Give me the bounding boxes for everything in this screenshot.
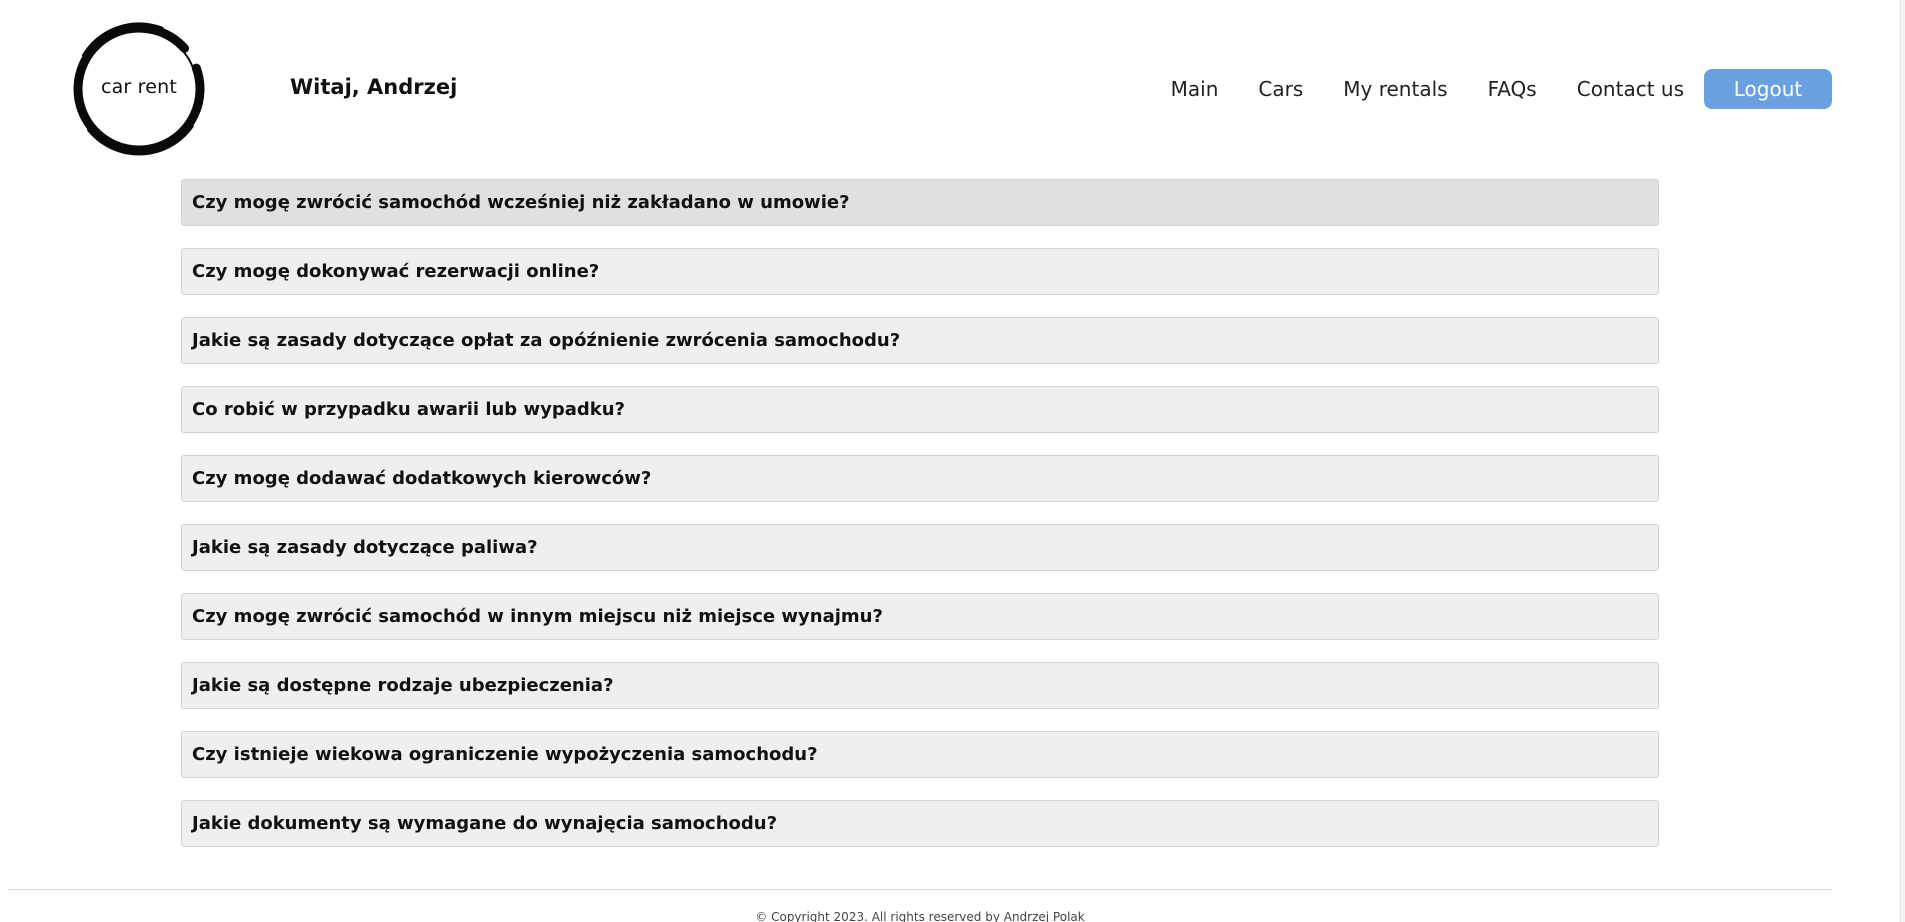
page-scrollbar[interactable] — [1900, 0, 1905, 922]
logo[interactable]: car rent — [69, 19, 209, 159]
faq-question-2[interactable]: Czy mogę dokonywać rezerwacji online? — [181, 248, 1659, 295]
nav-cars[interactable]: Cars — [1258, 77, 1303, 101]
site-header: car rent Witaj, Andrzej Main Cars My ren… — [0, 0, 1905, 170]
page: car rent Witaj, Andrzej Main Cars My ren… — [0, 0, 1905, 922]
faq-question-1[interactable]: Czy mogę zwrócić samochód wcześniej niż … — [181, 179, 1659, 226]
footer-divider — [8, 889, 1832, 890]
faq-question-7[interactable]: Czy mogę zwrócić samochód w innym miejsc… — [181, 593, 1659, 640]
faq-question-10[interactable]: Jakie dokumenty są wymagane do wynajęcia… — [181, 800, 1659, 847]
nav-faqs[interactable]: FAQs — [1488, 77, 1537, 101]
faq-question-9[interactable]: Czy istnieje wiekowa ograniczenie wypoży… — [181, 731, 1659, 778]
footer-copyright: © Copyright 2023. All rights reserved by… — [755, 910, 1085, 922]
logout-button[interactable]: Logout — [1704, 69, 1832, 109]
logo-text: car rent — [100, 76, 178, 98]
main-nav: Main Cars My rentals FAQs Contact us Log… — [1171, 69, 1832, 109]
faq-question-5[interactable]: Czy mogę dodawać dodatkowych kierowców? — [181, 455, 1659, 502]
faq-question-6[interactable]: Jakie są zasady dotyczące paliwa? — [181, 524, 1659, 571]
faq-question-3[interactable]: Jakie są zasady dotyczące opłat za opóźn… — [181, 317, 1659, 364]
nav-contact-us[interactable]: Contact us — [1577, 77, 1684, 101]
nav-main[interactable]: Main — [1171, 77, 1219, 101]
nav-my-rentals[interactable]: My rentals — [1343, 77, 1447, 101]
user-greeting: Witaj, Andrzej — [290, 75, 458, 99]
faq-question-8[interactable]: Jakie są dostępne rodzaje ubezpieczenia? — [181, 662, 1659, 709]
faq-list: Czy mogę zwrócić samochód wcześniej niż … — [181, 179, 1659, 869]
faq-question-4[interactable]: Co robić w przypadku awarii lub wypadku? — [181, 386, 1659, 433]
